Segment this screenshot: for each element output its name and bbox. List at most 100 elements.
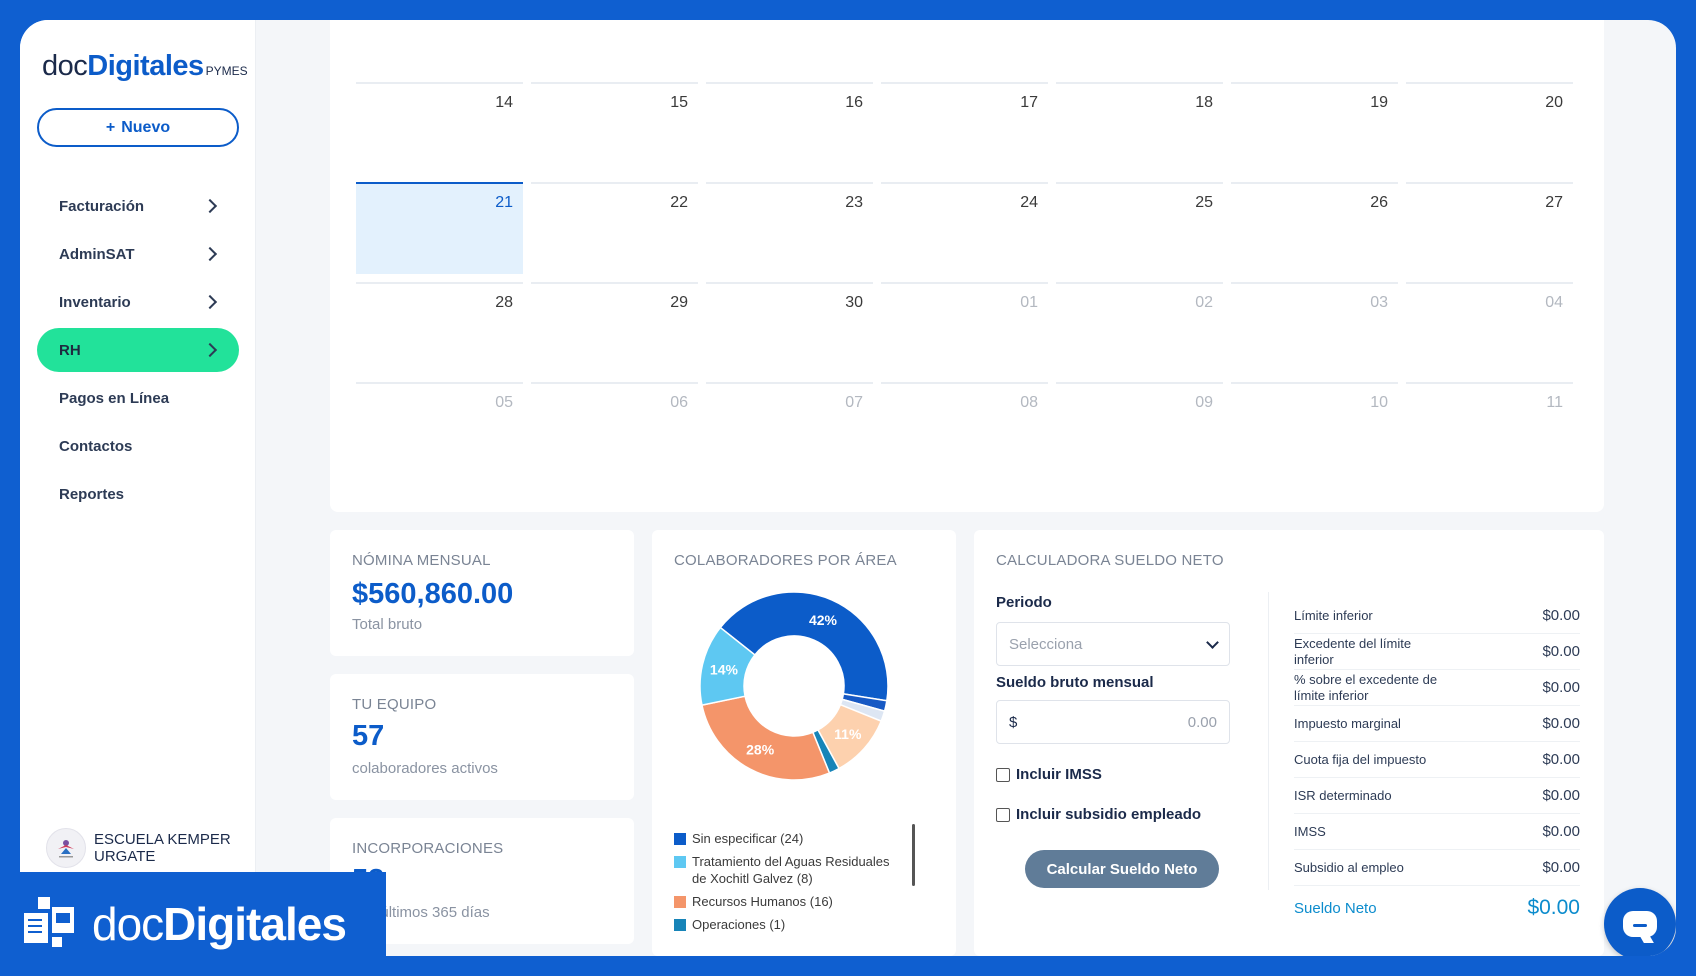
incluir-imss-checkbox[interactable]: Incluir IMSS [996, 766, 1102, 783]
calendar-day[interactable]: 10 [1231, 382, 1398, 474]
app-logo[interactable]: doc Digitales PYMES [42, 50, 248, 83]
sidebar-item-pagos-en-línea[interactable]: Pagos en Línea [37, 376, 239, 420]
calendar-day[interactable]: 28 [356, 282, 523, 374]
organization-name: ESCUELA KEMPER URGATE [94, 831, 231, 865]
divider [1268, 592, 1269, 890]
legend-item[interactable]: Tratamiento del Aguas Residuales de Xoch… [674, 853, 906, 887]
calendar-day[interactable]: 30 [706, 282, 873, 374]
sidebar-item-reportes[interactable]: Reportes [37, 472, 239, 516]
result-row: % sobre el excedente de límite inferior $… [1294, 670, 1580, 706]
legend-item[interactable]: Recursos Humanos (16) [674, 893, 906, 910]
calendar-day[interactable]: 08 [881, 382, 1048, 474]
sidebar-item-adminsat[interactable]: AdminSAT [37, 232, 239, 276]
periodo-placeholder: Selecciona [1009, 635, 1083, 653]
logo-suffix: PYMES [205, 64, 248, 78]
calendar-day[interactable]: 04 [1406, 282, 1573, 374]
colaboradores-card: COLABORADORES POR ÁREA 42% 11% 28% 14% Sin … [652, 530, 956, 956]
calendar-grid: 14 15 16 17 18 19 20 21 22 23 24 25 26 27 28 29 30 01 02 03… [356, 82, 1576, 482]
legend-swatch [674, 856, 686, 868]
periodo-select[interactable]: Selecciona [996, 622, 1230, 666]
calendar-day[interactable]: 06 [531, 382, 698, 474]
legend-swatch [674, 919, 686, 931]
calendar-day[interactable]: 18 [1056, 82, 1223, 174]
calendar-day[interactable]: 01 [881, 282, 1048, 374]
sidebar-item-inventario[interactable]: Inventario [37, 280, 239, 324]
watermark-digitales: Digitales [163, 898, 347, 950]
calendar-day[interactable]: 14 [356, 82, 523, 174]
result-value: $0.00 [1542, 859, 1580, 876]
nomina-card: NÓMINA MENSUAL $560,860.00 Total bruto [330, 530, 634, 656]
legend-item[interactable]: Sin especificar (24) [674, 830, 906, 847]
new-button[interactable]: + Nuevo [37, 108, 239, 147]
checkbox-box[interactable] [996, 807, 1010, 822]
calendar-day[interactable]: 22 [531, 182, 698, 274]
chat-button[interactable] [1604, 888, 1676, 956]
sidebar-item-rh[interactable]: RH [37, 328, 239, 372]
sueldo-label: Sueldo bruto mensual [996, 674, 1154, 691]
organization-switcher[interactable]: ESCUELA KEMPER URGATE [46, 828, 234, 868]
sidebar-item-label: Inventario [59, 293, 131, 311]
chart-legend: Sin especificar (24) Tratamiento del Agua… [674, 830, 906, 939]
sidebar-item-contactos[interactable]: Contactos [37, 424, 239, 468]
legend-swatch [674, 833, 686, 845]
sidebar-item-facturación[interactable]: Facturación [37, 184, 239, 228]
result-row: Subsidio al empleo $0.00 [1294, 850, 1580, 886]
sueldo-neto-row: Sueldo Neto $0.00 [1294, 890, 1580, 926]
sidebar-item-label: Contactos [59, 437, 133, 455]
sidebar-item-label: Pagos en Línea [59, 389, 170, 407]
calendar-day[interactable]: 19 [1231, 82, 1398, 174]
plus-icon: + [105, 118, 116, 136]
calendar-day[interactable]: 27 [1406, 182, 1573, 274]
result-label: Subsidio al empleo [1294, 859, 1404, 875]
sueldo-value: 0.00 [1187, 713, 1217, 731]
calendar-day[interactable]: 17 [881, 82, 1048, 174]
calendar-day[interactable]: 23 [706, 182, 873, 274]
equipo-title: TU EQUIPO [352, 696, 437, 713]
app-frame: doc Digitales PYMES + Nuevo Facturación Adm… [20, 20, 1676, 956]
calendar-day[interactable]: 11 [1406, 382, 1573, 474]
sueldo-input[interactable]: $ 0.00 [996, 700, 1230, 744]
calendar-week: 21 22 23 24 25 26 27 [356, 182, 1576, 274]
legend-item[interactable]: Operaciones (1) [674, 916, 906, 933]
calendar-day[interactable]: 24 [881, 182, 1048, 274]
incorporaciones-title: INCORPORACIONES [352, 840, 504, 857]
result-row: Excedente del límite inferior $0.00 [1294, 634, 1580, 670]
calendar-week: 28 29 30 01 02 03 04 [356, 282, 1576, 374]
logo-digitales: Digitales [87, 50, 204, 82]
currency-symbol: $ [1009, 713, 1018, 731]
school-logo-icon [46, 828, 86, 868]
donut-slice[interactable] [719, 591, 889, 702]
calendar-day[interactable]: 26 [1231, 182, 1398, 274]
result-label: % sobre el excedente de límite inferior [1294, 671, 1438, 703]
calendar-day[interactable]: 15 [531, 82, 698, 174]
result-label: IMSS [1294, 823, 1326, 839]
donut-slice-label: 11% [834, 726, 862, 742]
sueldo-neto-label: Sueldo Neto [1294, 899, 1377, 917]
incluir-subsidio-label: Incluir subsidio empleado [1016, 806, 1202, 823]
calendar-day[interactable]: 03 [1231, 282, 1398, 374]
result-row: Límite inferior $0.00 [1294, 598, 1580, 634]
result-row: Cuota fija del impuesto $0.00 [1294, 742, 1580, 778]
calculadora-card: CALCULADORA SUELDO NETO Periodo Seleccio… [974, 530, 1604, 956]
calendar-day[interactable]: 20 [1406, 82, 1573, 174]
nomina-caption: Total bruto [352, 616, 423, 633]
calendar-day[interactable]: 25 [1056, 182, 1223, 274]
equipo-card: TU EQUIPO 57 colaboradores activos [330, 674, 634, 800]
calendar-day[interactable]: 05 [356, 382, 523, 474]
donut-slice[interactable] [701, 695, 831, 781]
chevron-right-icon [202, 342, 218, 358]
calendar-day[interactable]: 07 [706, 382, 873, 474]
incluir-imss-label: Incluir IMSS [1016, 766, 1102, 783]
checkbox-box[interactable] [996, 767, 1010, 782]
legend-scrollbar[interactable] [912, 824, 915, 886]
incluir-subsidio-checkbox[interactable]: Incluir subsidio empleado [996, 806, 1201, 823]
calendar-day[interactable]: 16 [706, 82, 873, 174]
calendar-day-today[interactable]: 21 [356, 182, 523, 274]
legend-swatch [674, 896, 686, 908]
calendar-day[interactable]: 09 [1056, 382, 1223, 474]
document-stack-icon [24, 897, 74, 947]
calendar-day[interactable]: 02 [1056, 282, 1223, 374]
calcular-button[interactable]: Calcular Sueldo Neto [1025, 850, 1219, 888]
sidebar: doc Digitales PYMES + Nuevo Facturación Adm… [20, 20, 256, 956]
calendar-day[interactable]: 29 [531, 282, 698, 374]
